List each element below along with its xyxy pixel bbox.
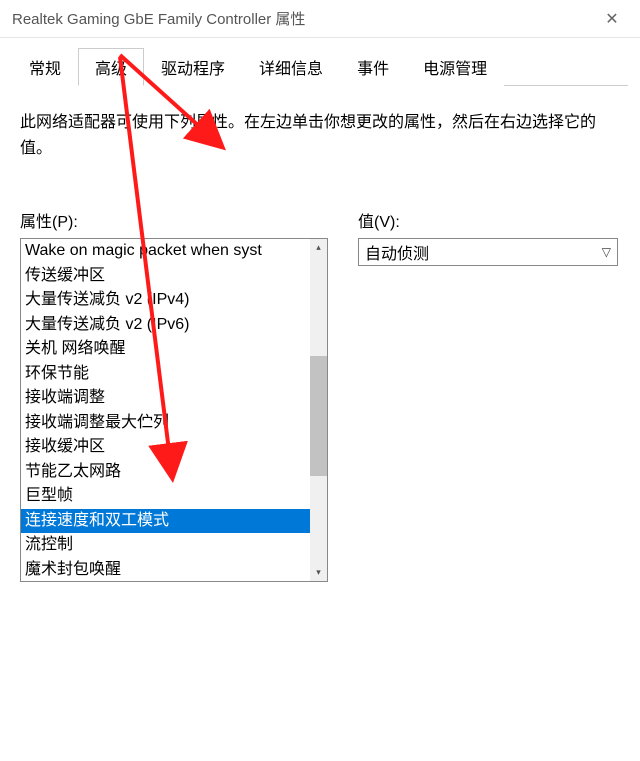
tab-power[interactable]: 电源管理: [406, 48, 504, 86]
property-listbox[interactable]: Wake on magic packet when syst传送缓冲区大量传送减…: [20, 238, 328, 582]
tab-events[interactable]: 事件: [340, 48, 406, 86]
property-item[interactable]: 接收端调整: [21, 386, 310, 411]
tab-content: 此网络适配器可使用下列属性。在左边单击你想更改的属性，然后在右边选择它的值。 属…: [0, 86, 640, 592]
property-item[interactable]: 巨型帧: [21, 484, 310, 509]
property-item[interactable]: 大量传送减负 v2 (IPv6): [21, 313, 310, 338]
property-item[interactable]: Wake on magic packet when syst: [21, 239, 310, 264]
value-selected: 自动侦测: [365, 240, 429, 264]
titlebar: Realtek Gaming GbE Family Controller 属性 …: [0, 0, 640, 38]
property-item[interactable]: 关机 网络唤醒: [21, 337, 310, 362]
chevron-down-icon: ▽: [602, 245, 611, 259]
property-item[interactable]: 环保节能: [21, 362, 310, 387]
tab-driver[interactable]: 驱动程序: [144, 48, 242, 86]
scroll-up-icon[interactable]: ▴: [310, 239, 327, 256]
close-icon[interactable]: ✕: [592, 0, 632, 38]
scrollbar-track[interactable]: [310, 256, 327, 564]
property-item[interactable]: 流控制: [21, 533, 310, 558]
scrollbar-thumb[interactable]: [310, 356, 327, 476]
description-text: 此网络适配器可使用下列属性。在左边单击你想更改的属性，然后在右边选择它的值。: [20, 110, 620, 162]
property-item[interactable]: 传送缓冲区: [21, 264, 310, 289]
value-label: 值(V):: [358, 208, 620, 232]
property-item[interactable]: 大量传送减负 v2 (IPv4): [21, 288, 310, 313]
tab-details[interactable]: 详细信息: [242, 48, 340, 86]
property-item[interactable]: 魔术封包唤醒: [21, 558, 310, 582]
tab-strip: 常规 高级 驱动程序 详细信息 事件 电源管理: [12, 48, 628, 86]
property-item[interactable]: 接收缓冲区: [21, 435, 310, 460]
tab-advanced[interactable]: 高级: [78, 48, 144, 86]
scroll-down-icon[interactable]: ▾: [310, 564, 327, 581]
value-combobox[interactable]: 自动侦测 ▽: [358, 238, 618, 266]
property-item[interactable]: 连接速度和双工模式: [21, 509, 310, 534]
window-title: Realtek Gaming GbE Family Controller 属性: [12, 8, 592, 29]
property-item[interactable]: 接收端调整最大伫列: [21, 411, 310, 436]
property-item[interactable]: 节能乙太网路: [21, 460, 310, 485]
listbox-scrollbar[interactable]: ▴ ▾: [310, 239, 327, 581]
tab-general[interactable]: 常规: [12, 48, 78, 86]
property-label: 属性(P):: [20, 208, 328, 232]
